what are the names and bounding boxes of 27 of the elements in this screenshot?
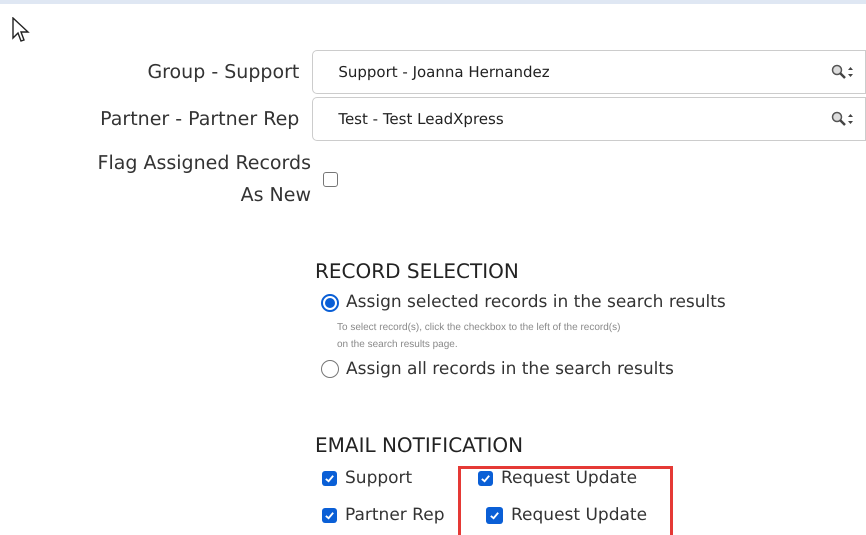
radio-button[interactable]: [321, 360, 339, 378]
field-label: Group - Support: [146, 60, 300, 85]
checkbox[interactable]: [478, 471, 493, 486]
option-label: Partner Rep: [345, 504, 446, 527]
field-label: Partner - Partner Rep: [99, 106, 300, 132]
checkbox[interactable]: [486, 507, 503, 524]
option-label: Support: [345, 466, 414, 490]
radio-button[interactable]: [321, 294, 339, 312]
checkmark-icon: [489, 510, 500, 521]
option-label: Request Update: [511, 504, 648, 527]
checkbox[interactable]: [322, 508, 337, 523]
flag-label: Flag Assigned Records As New: [96, 151, 311, 208]
option-label: Assign selected records in the search results: [346, 291, 726, 314]
checkbox[interactable]: [323, 172, 338, 186]
checkmark-icon: [324, 510, 335, 521]
lookup-field[interactable]: Support - Joanna Hernandez: [312, 50, 866, 94]
search-icon: [831, 111, 855, 127]
option-label: Assign all records in the search results: [346, 358, 674, 380]
option-label: Request Update: [501, 466, 638, 490]
section-heading: RECORD SELECTION: [315, 258, 520, 285]
search-icon: [831, 64, 855, 80]
hint-text: To select record(s), click the checkbox to the left of the record(s) on the search results page.: [337, 320, 622, 352]
checkmark-icon: [324, 473, 335, 484]
checkbox[interactable]: [322, 471, 337, 486]
section-heading: EMAIL NOTIFICATION: [315, 432, 524, 459]
lookup-field[interactable]: Test - Test LeadXpress: [312, 97, 866, 141]
checkmark-icon: [480, 473, 491, 484]
